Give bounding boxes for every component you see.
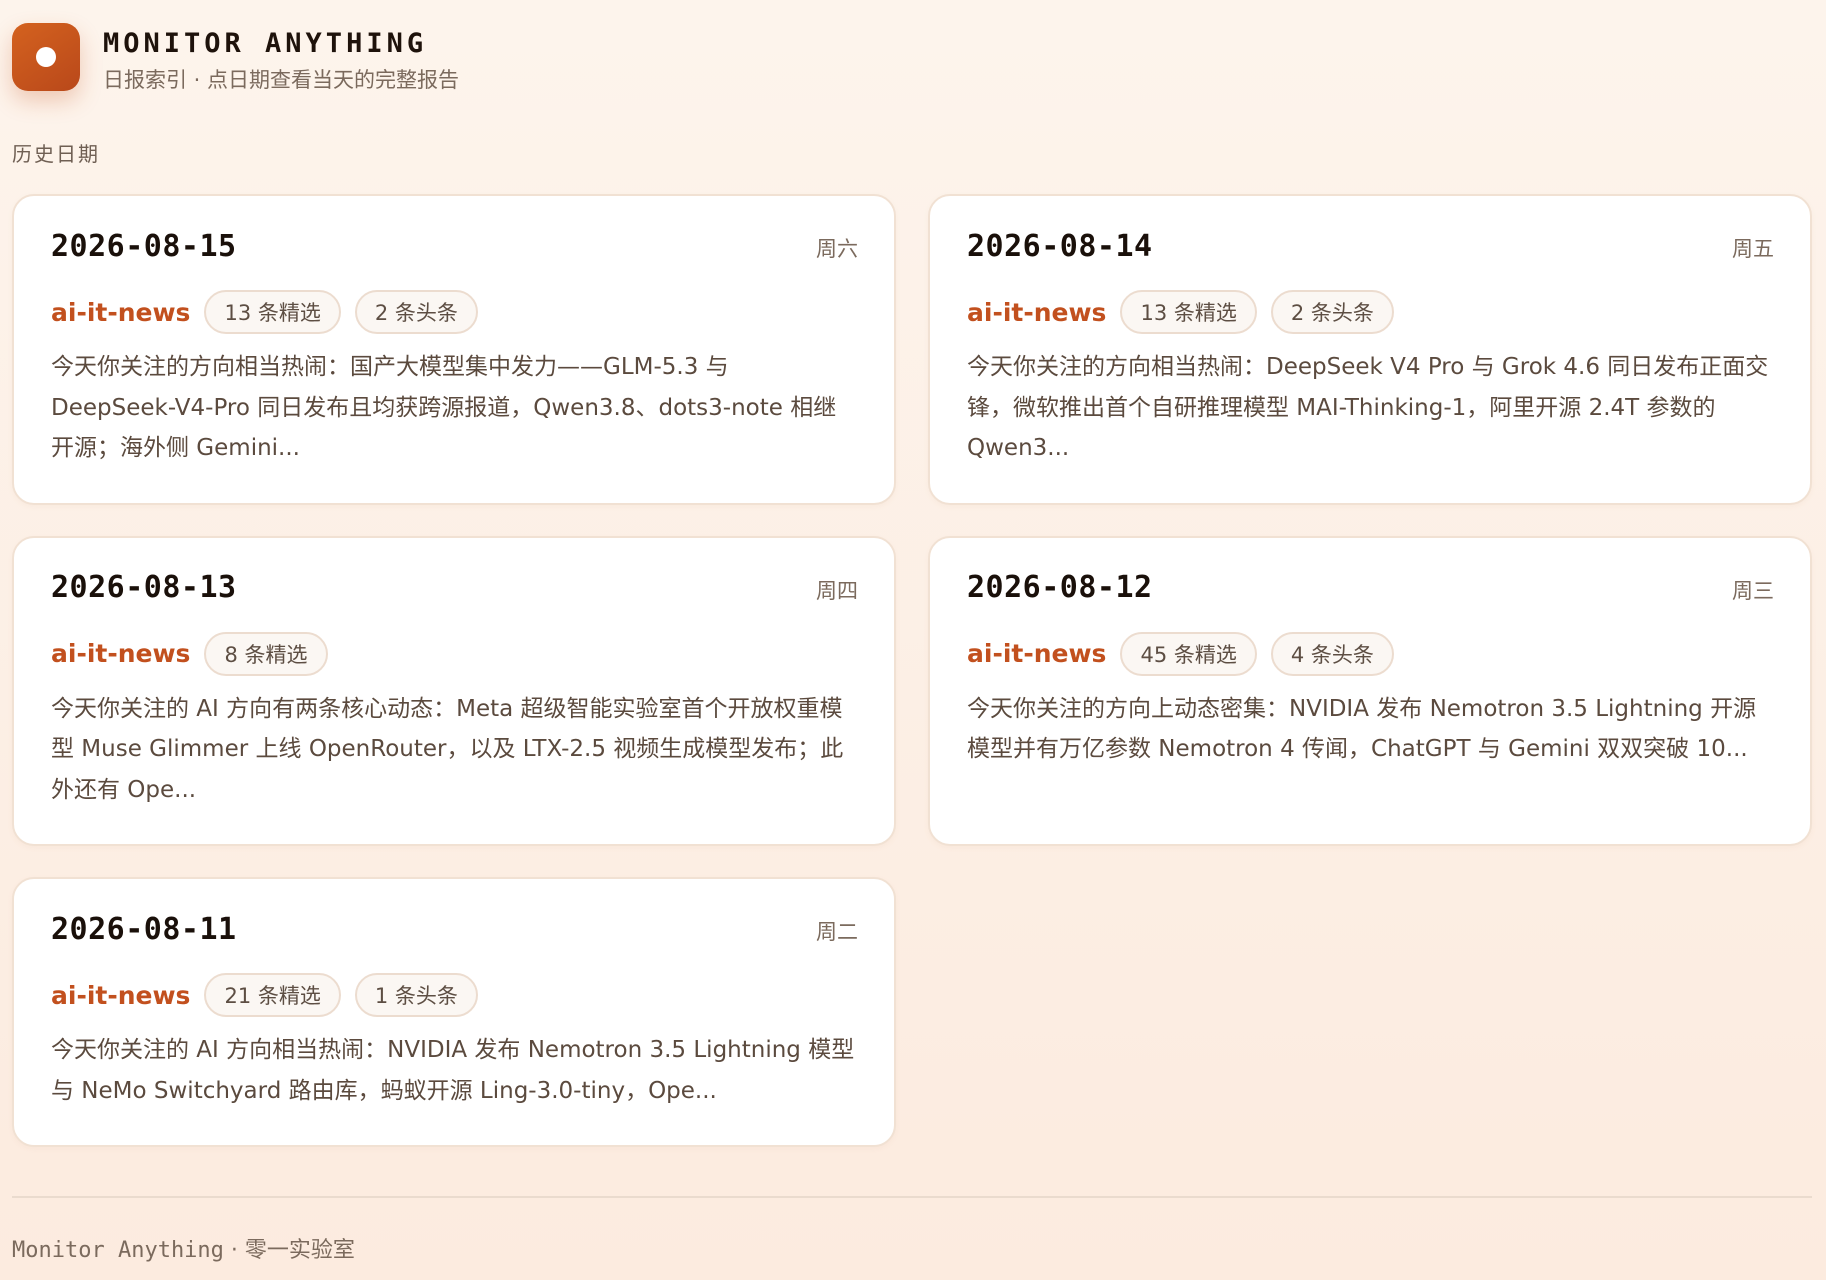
report-summary: 今天你关注的方向上动态密集：NVIDIA 发布 Nemotron 3.5 Lig… xyxy=(967,695,1757,763)
source-link[interactable]: ai-it-news xyxy=(967,298,1106,327)
card-header: 2026-08-13 周四 xyxy=(51,568,858,608)
report-summary: 今天你关注的 AI 方向有两条核心动态：Meta 超级智能实验室首个开放权重模型… xyxy=(51,695,844,803)
card-header: 2026-08-15 周六 xyxy=(51,226,858,266)
app-logo xyxy=(12,23,80,91)
source-link[interactable]: ai-it-news xyxy=(51,639,190,668)
report-weekday: 周四 xyxy=(816,578,858,603)
report-summary: 今天你关注的方向相当热闹：国产大模型集中发力——GLM-5.3 与 DeepSe… xyxy=(51,354,837,461)
card-tags: ai-it-news 13 条精选 2 条头条 xyxy=(967,289,1774,335)
report-card[interactable]: 2026-08-12 周三 ai-it-news 45 条精选 4 条头条今天你关注的方… xyxy=(928,535,1812,846)
report-summary: 今天你关注的方向相当热闹：DeepSeek V4 Pro 与 Grok 4.6 … xyxy=(967,354,1769,461)
card-tags: ai-it-news 45 条精选 4 条头条 xyxy=(967,631,1774,677)
app-subtitle: 日报索引 · 点日期查看当天的完整报告 xyxy=(103,68,460,92)
report-weekday: 周二 xyxy=(816,920,858,944)
card-tags: ai-it-news 13 条精选 2 条头条 xyxy=(51,289,858,335)
card-header: 2026-08-14 周五 xyxy=(967,226,1774,266)
report-grid: 2026-08-15 周六 ai-it-news 13 条精选 2 条头条今天你关注的方… xyxy=(12,194,1812,1147)
report-card[interactable]: 2026-08-15 周六 ai-it-news 13 条精选 2 条头条今天你关注的方… xyxy=(12,194,896,505)
report-card[interactable]: 2026-08-14 周五 ai-it-news 13 条精选 2 条头条今天你关注的方… xyxy=(928,194,1812,505)
count-badge: 2 条头条 xyxy=(1270,290,1394,334)
source-link[interactable]: ai-it-news xyxy=(967,639,1106,668)
app-header: MONITOR ANYTHING 日报索引 · 点日期查看当天的完整报告 xyxy=(12,23,459,95)
source-link[interactable]: ai-it-news xyxy=(51,298,190,327)
card-tags: ai-it-news 21 条精选 1 条头条 xyxy=(51,972,858,1018)
report-weekday: 周六 xyxy=(816,237,858,261)
report-date[interactable]: 2026-08-12 xyxy=(967,570,1153,605)
count-badge: 45 条精选 xyxy=(1120,631,1257,676)
footer-brand: Monitor Anything xyxy=(12,1238,224,1263)
report-weekday: 周五 xyxy=(1732,237,1774,261)
report-date[interactable]: 2026-08-15 xyxy=(51,229,237,264)
report-card[interactable]: 2026-08-11 周二 ai-it-news 21 条精选 1 条头条今天你关注的 … xyxy=(12,877,896,1147)
report-date[interactable]: 2026-08-14 xyxy=(967,229,1153,264)
card-tags: ai-it-news 8 条精选 xyxy=(51,631,858,677)
app-title: MONITOR ANYTHING xyxy=(103,28,428,59)
footer-divider xyxy=(12,1196,1812,1198)
source-link[interactable]: ai-it-news xyxy=(51,981,190,1010)
count-badge: 2 条头条 xyxy=(354,290,478,334)
report-summary: 今天你关注的 AI 方向相当热闹：NVIDIA 发布 Nemotron 3.5 … xyxy=(51,1037,855,1104)
count-badge: 13 条精选 xyxy=(1120,290,1257,334)
report-weekday: 周三 xyxy=(1732,578,1774,603)
report-date[interactable]: 2026-08-13 xyxy=(51,570,237,605)
footer: Monitor Anything · 零一实验室 xyxy=(12,1232,355,1264)
footer-separator: · xyxy=(223,1238,245,1263)
report-card[interactable]: 2026-08-13 周四 ai-it-news 8 条精选今天你关注的 AI 方向有… xyxy=(12,535,896,846)
count-badge: 4 条头条 xyxy=(1270,631,1394,676)
count-badge: 21 条精选 xyxy=(204,973,341,1017)
section-label: 历史日期 xyxy=(12,142,100,166)
report-date[interactable]: 2026-08-11 xyxy=(51,912,237,947)
card-header: 2026-08-11 周二 xyxy=(51,909,858,949)
footer-org: 零一实验室 xyxy=(244,1238,355,1263)
count-badge: 13 条精选 xyxy=(204,290,341,334)
record-dot-icon xyxy=(36,47,56,67)
card-header: 2026-08-12 周三 xyxy=(967,568,1774,608)
count-badge: 1 条头条 xyxy=(354,973,478,1017)
header-text: MONITOR ANYTHING 日报索引 · 点日期查看当天的完整报告 xyxy=(103,23,459,95)
count-badge: 8 条精选 xyxy=(204,631,328,676)
